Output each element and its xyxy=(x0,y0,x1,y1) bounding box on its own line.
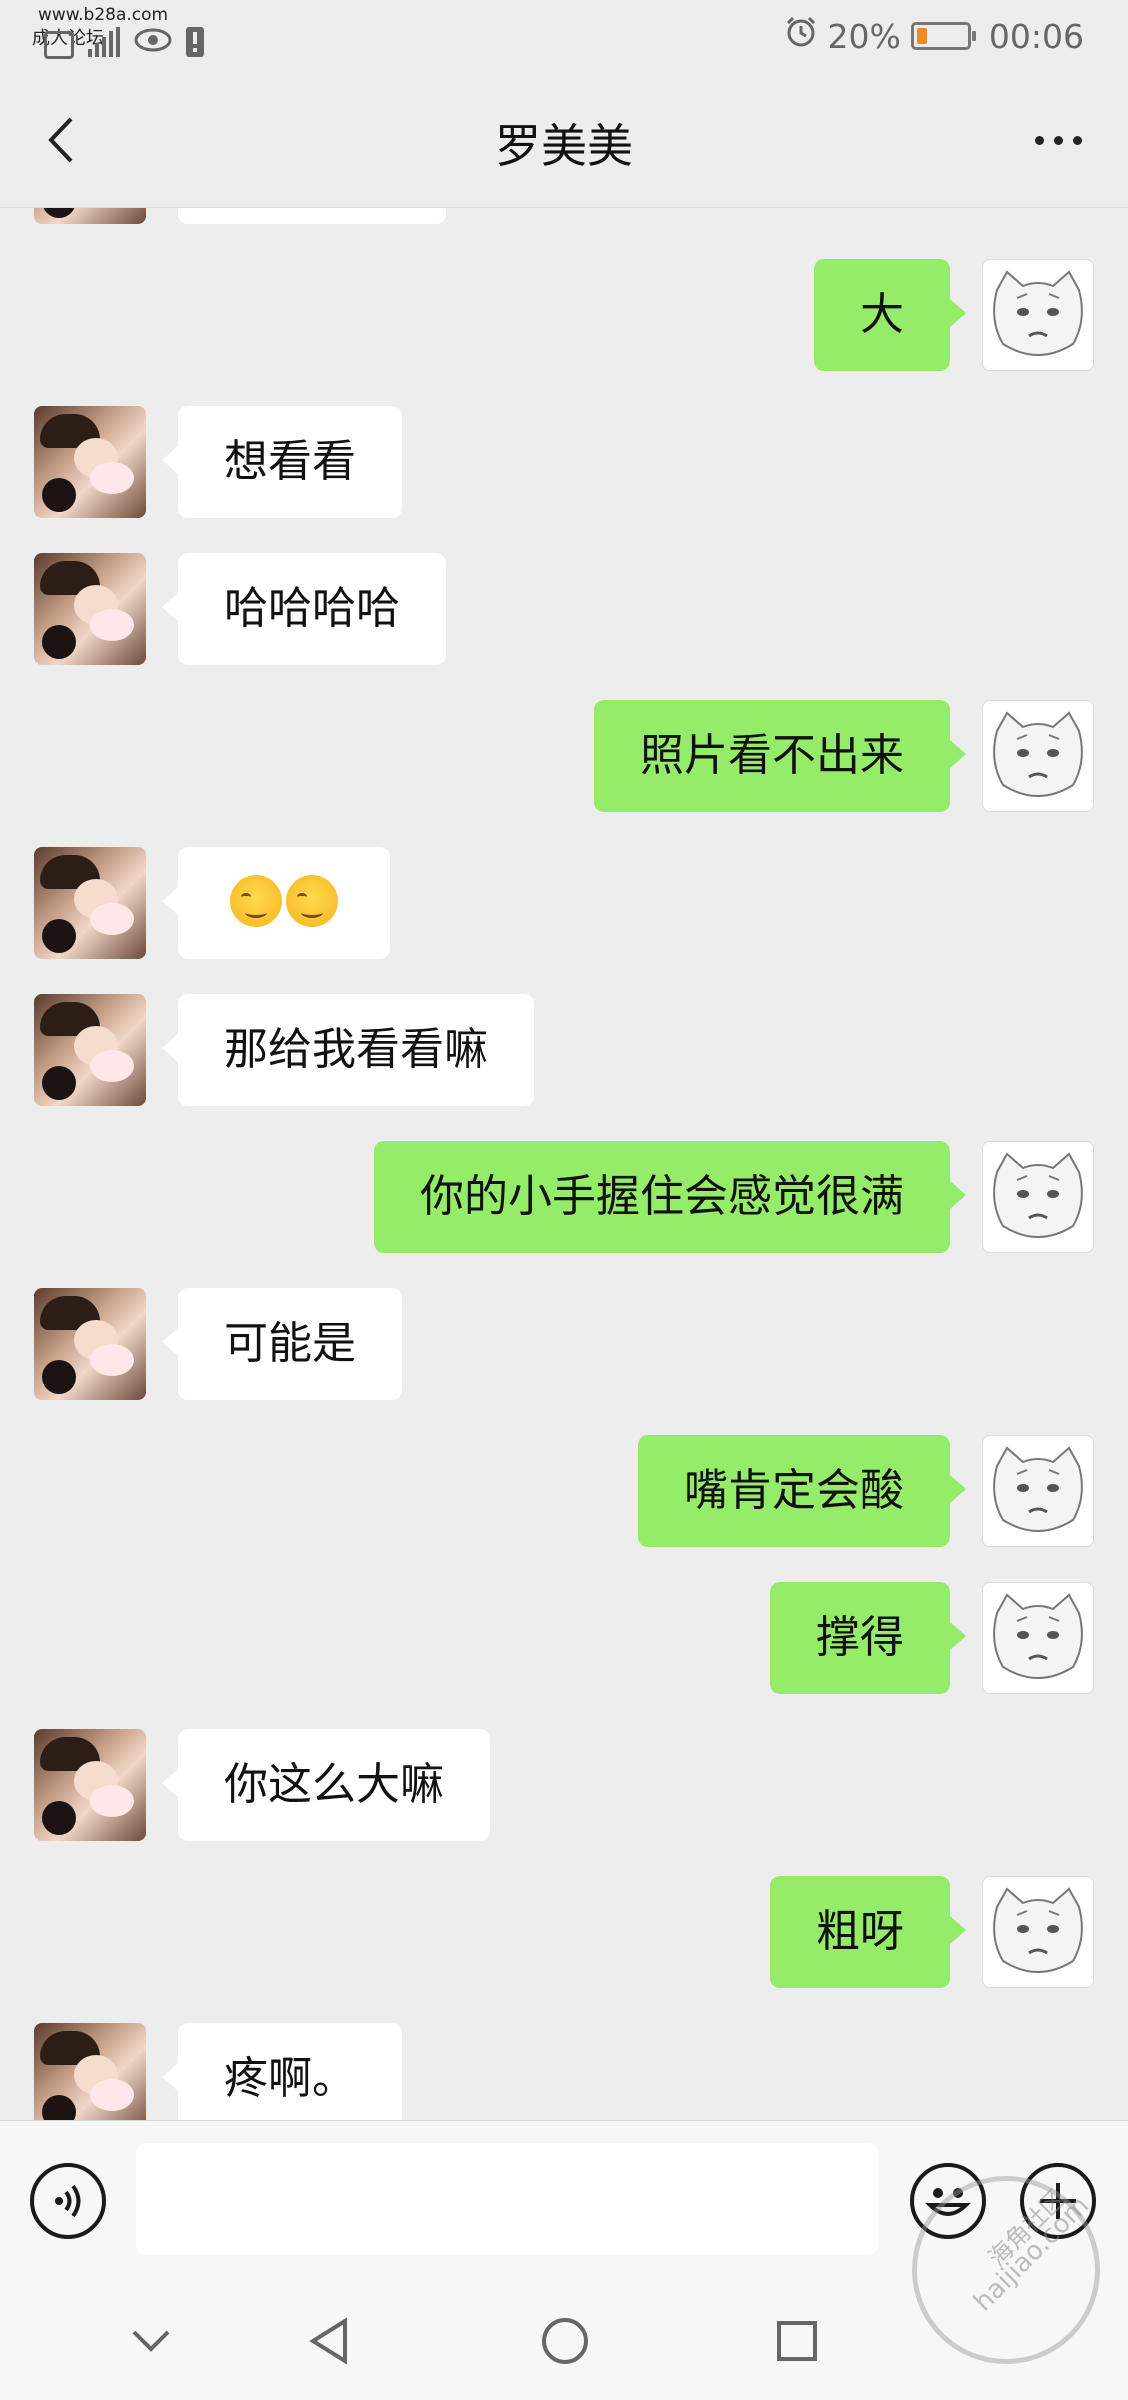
my-avatar[interactable] xyxy=(982,1141,1094,1253)
message-text: 你这么大嘛 xyxy=(224,1759,444,1810)
received-message-bubble[interactable]: 想看看 xyxy=(162,406,402,518)
voice-button[interactable] xyxy=(30,2163,106,2239)
input-bar xyxy=(0,2120,1128,2280)
message-row: 大 xyxy=(0,259,1128,371)
message-text: 你的小手握住会感觉很满 xyxy=(420,1171,904,1222)
cat-face-icon xyxy=(993,1593,1083,1679)
message-row xyxy=(0,847,1128,959)
message-row: 粗呀 xyxy=(0,1876,1128,1988)
message-row: 哈哈哈哈 xyxy=(0,553,1128,665)
cat-face-icon xyxy=(993,1152,1083,1238)
hide-keyboard-button[interactable] xyxy=(116,2306,186,2376)
message-text: 哈哈哈哈 xyxy=(224,583,400,634)
my-avatar[interactable] xyxy=(982,1435,1094,1547)
alarm-icon xyxy=(784,15,818,57)
received-message-bubble[interactable] xyxy=(162,847,390,959)
message-row: 嘴肯定会酸 xyxy=(0,1435,1128,1547)
sim-icon xyxy=(44,31,74,59)
chat-title: 罗美美 xyxy=(495,119,633,173)
my-avatar[interactable] xyxy=(982,1876,1094,1988)
message-text: 想看看 xyxy=(224,436,356,487)
contact-avatar[interactable] xyxy=(34,406,146,518)
message-input[interactable] xyxy=(136,2143,878,2255)
nav-back-button[interactable] xyxy=(294,2306,364,2376)
clock-time: 00:06 xyxy=(988,16,1084,56)
chat-header: 罗美美 xyxy=(0,72,1128,208)
cat-face-icon xyxy=(993,270,1083,356)
nav-home-button[interactable] xyxy=(530,2306,600,2376)
blush-emoji xyxy=(286,875,338,927)
nav-recents-button[interactable] xyxy=(762,2306,832,2376)
my-avatar[interactable] xyxy=(982,259,1094,371)
eye-icon xyxy=(134,27,172,57)
sent-message-bubble[interactable]: 嘴肯定会酸 xyxy=(638,1435,966,1547)
status-left-icons xyxy=(44,14,204,70)
chevron-down-icon xyxy=(132,2330,170,2352)
cat-face-icon xyxy=(993,1887,1083,1973)
message-row: 你的小手握住会感觉很满 xyxy=(0,1141,1128,1253)
message-text: 那给我看看嘛 xyxy=(224,1024,488,1075)
sent-message-bubble[interactable]: 粗呀 xyxy=(770,1876,966,1988)
message-text: 大 xyxy=(860,289,904,340)
more-dots-icon xyxy=(1034,135,1044,145)
sent-message-bubble[interactable]: 你的小手握住会感觉很满 xyxy=(374,1141,966,1253)
emoji-icon xyxy=(925,2188,971,2216)
contact-avatar[interactable] xyxy=(34,2023,146,2120)
status-right: 20% 00:06 xyxy=(784,12,1084,60)
message-row: 那给我看看嘛 xyxy=(0,994,1128,1106)
system-nav-bar xyxy=(0,2280,1128,2400)
contact-avatar[interactable] xyxy=(34,1288,146,1400)
message-text: 照片看不出来 xyxy=(640,730,904,781)
contact-avatar[interactable] xyxy=(34,847,146,959)
battery-icon xyxy=(910,22,976,50)
message-text: 嘴肯定会酸 xyxy=(684,1465,904,1516)
received-message-bubble[interactable]: 可能是 xyxy=(162,1288,402,1400)
my-avatar[interactable] xyxy=(982,1582,1094,1694)
message-row: 想看看 xyxy=(0,406,1128,518)
received-message-bubble[interactable] xyxy=(178,208,446,224)
message-row: 照片看不出来 xyxy=(0,700,1128,812)
message-row: 你这么大嘛 xyxy=(0,1729,1128,1841)
message-row: 可能是 xyxy=(0,1288,1128,1400)
contact-avatar[interactable] xyxy=(34,208,146,224)
contact-avatar[interactable] xyxy=(34,994,146,1106)
message-row xyxy=(0,208,1128,224)
voice-icon xyxy=(55,2184,81,2218)
message-row: 撑得 xyxy=(0,1582,1128,1694)
sent-message-bubble[interactable]: 大 xyxy=(814,259,966,371)
back-triangle-icon xyxy=(309,2317,347,2365)
blush-emoji xyxy=(230,875,282,927)
plus-button[interactable] xyxy=(1020,2163,1096,2239)
received-message-bubble[interactable]: 你这么大嘛 xyxy=(162,1729,490,1841)
recents-square-icon xyxy=(777,2321,817,2361)
more-button[interactable] xyxy=(1022,112,1094,168)
my-avatar[interactable] xyxy=(982,700,1094,812)
message-text: 粗呀 xyxy=(816,1906,904,1957)
cat-face-icon xyxy=(993,1446,1083,1532)
sent-message-bubble[interactable]: 照片看不出来 xyxy=(594,700,966,812)
cat-face-icon xyxy=(993,711,1083,797)
contact-avatar[interactable] xyxy=(34,553,146,665)
status-bar: www.b28a.com 成人论坛 20% 00:06 xyxy=(0,0,1128,72)
home-circle-icon xyxy=(542,2318,588,2364)
received-message-bubble[interactable]: 哈哈哈哈 xyxy=(162,553,446,665)
battery-percent: 20% xyxy=(827,16,901,56)
message-text: 可能是 xyxy=(224,1318,356,1369)
contact-avatar[interactable] xyxy=(34,1729,146,1841)
received-message-bubble[interactable]: 疼啊。 xyxy=(162,2023,402,2120)
sent-message-bubble[interactable]: 撑得 xyxy=(770,1582,966,1694)
signal-icon xyxy=(88,27,120,57)
message-row: 疼啊。 xyxy=(0,2023,1128,2120)
message-text: 疼啊。 xyxy=(224,2053,356,2104)
alert-icon xyxy=(186,27,204,57)
message-list[interactable]: 大想看看哈哈哈哈照片看不出来那给我看看嘛你的小手握住会感觉很满可能是嘴肯定会酸撑… xyxy=(0,208,1128,2120)
emoji-button[interactable] xyxy=(910,2163,986,2239)
received-message-bubble[interactable]: 那给我看看嘛 xyxy=(162,994,534,1106)
plus-icon xyxy=(1040,2183,1076,2219)
message-text: 撑得 xyxy=(816,1612,904,1663)
